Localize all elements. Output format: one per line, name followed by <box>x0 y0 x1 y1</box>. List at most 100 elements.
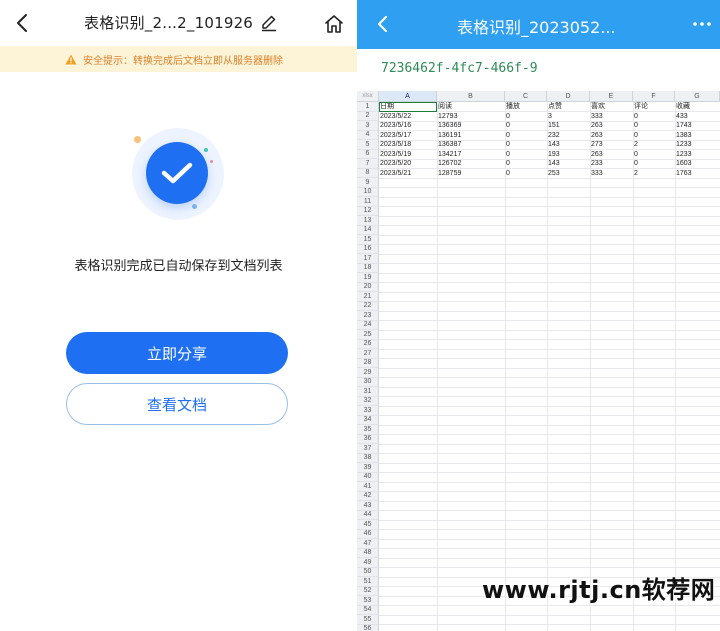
table-cell[interactable]: 0 <box>505 140 547 150</box>
row-header[interactable]: 45 <box>357 520 379 530</box>
row-header[interactable]: 7 <box>357 159 379 169</box>
view-document-button[interactable]: 查看文档 <box>66 383 288 425</box>
table-cell[interactable]: 播放 <box>505 102 547 112</box>
row-header[interactable]: 15 <box>357 235 379 245</box>
row-header[interactable]: 38 <box>357 453 379 463</box>
row-header[interactable]: 24 <box>357 320 379 330</box>
table-cell[interactable]: 1383 <box>675 131 720 141</box>
row-header[interactable]: 6 <box>357 149 379 159</box>
table-cell[interactable]: 263 <box>590 150 633 160</box>
row-header[interactable]: 43 <box>357 501 379 511</box>
row-header[interactable]: 30 <box>357 377 379 387</box>
table-cell[interactable]: 0 <box>633 150 675 160</box>
row-header[interactable]: 2 <box>357 111 379 121</box>
column-header-e[interactable]: E <box>590 91 633 102</box>
table-cell[interactable]: 点赞 <box>547 102 590 112</box>
table-cell[interactable]: 151 <box>547 121 590 131</box>
table-cell[interactable]: 0 <box>505 150 547 160</box>
table-cell[interactable]: 1763 <box>675 169 720 179</box>
more-button[interactable] <box>691 14 713 34</box>
row-header[interactable]: 48 <box>357 548 379 558</box>
table-cell[interactable]: 263 <box>590 131 633 141</box>
table-cell[interactable]: 1233 <box>675 140 720 150</box>
row-header[interactable]: 9 <box>357 178 379 188</box>
row-header[interactable]: 55 <box>357 615 379 625</box>
table-cell[interactable]: 128759 <box>437 169 505 179</box>
table-cell[interactable]: 0 <box>633 112 675 122</box>
row-header[interactable]: 31 <box>357 387 379 397</box>
table-cell[interactable]: 263 <box>590 121 633 131</box>
row-header[interactable]: 10 <box>357 187 379 197</box>
row-header[interactable]: 13 <box>357 216 379 226</box>
row-header[interactable]: 22 <box>357 301 379 311</box>
home-button[interactable] <box>322 12 346 36</box>
row-header[interactable]: 44 <box>357 510 379 520</box>
table-cell[interactable]: 2023/5/18 <box>379 140 437 150</box>
table-cell[interactable]: 233 <box>590 159 633 169</box>
row-header[interactable]: 20 <box>357 282 379 292</box>
row-header[interactable]: 25 <box>357 330 379 340</box>
column-header-a[interactable]: A <box>379 91 437 102</box>
table-cell[interactable]: 12793 <box>437 112 505 122</box>
column-header-g[interactable]: G <box>675 91 720 102</box>
table-cell[interactable]: 3 <box>547 112 590 122</box>
row-header[interactable]: 51 <box>357 577 379 587</box>
row-header[interactable]: 32 <box>357 396 379 406</box>
table-cell[interactable]: 0 <box>505 112 547 122</box>
row-header[interactable]: 5 <box>357 140 379 150</box>
rename-button[interactable] <box>259 13 279 33</box>
row-header[interactable]: 34 <box>357 415 379 425</box>
row-header[interactable]: 33 <box>357 406 379 416</box>
table-cell[interactable]: 0 <box>505 159 547 169</box>
row-header[interactable]: 41 <box>357 482 379 492</box>
row-header[interactable]: 27 <box>357 349 379 359</box>
table-cell[interactable]: 333 <box>590 112 633 122</box>
table-cell[interactable]: 喜欢 <box>590 102 633 112</box>
row-header[interactable]: 53 <box>357 596 379 606</box>
row-header[interactable]: 1 <box>357 102 379 112</box>
row-header[interactable]: 39 <box>357 463 379 473</box>
table-cell[interactable]: 143 <box>547 140 590 150</box>
row-header[interactable]: 47 <box>357 539 379 549</box>
table-cell[interactable]: 333 <box>590 169 633 179</box>
column-header-d[interactable]: D <box>547 91 590 102</box>
row-header[interactable]: 28 <box>357 358 379 368</box>
row-header[interactable]: 54 <box>357 605 379 615</box>
table-cell[interactable]: 143 <box>547 159 590 169</box>
table-cell[interactable]: 136191 <box>437 131 505 141</box>
table-cell[interactable]: 2023/5/19 <box>379 150 437 160</box>
row-header[interactable]: 14 <box>357 225 379 235</box>
table-cell[interactable]: 0 <box>633 131 675 141</box>
row-header[interactable]: 46 <box>357 529 379 539</box>
spreadsheet-grid[interactable]: xlsx A B C D E F G 1 日期 阅读 播放 点赞 喜欢 评论 收藏 2 2023/5/22 1279… <box>357 91 720 631</box>
row-header[interactable]: 17 <box>357 254 379 264</box>
table-cell[interactable]: 232 <box>547 131 590 141</box>
table-cell[interactable]: 0 <box>505 169 547 179</box>
table-cell[interactable]: 136387 <box>437 140 505 150</box>
table-cell[interactable]: 0 <box>633 121 675 131</box>
row-header[interactable]: 35 <box>357 425 379 435</box>
table-cell[interactable]: 2023/5/17 <box>379 131 437 141</box>
row-header[interactable]: 49 <box>357 558 379 568</box>
table-cell[interactable]: 136369 <box>437 121 505 131</box>
row-header[interactable]: 29 <box>357 368 379 378</box>
share-button[interactable]: 立即分享 <box>66 332 288 374</box>
row-header[interactable]: 52 <box>357 586 379 596</box>
row-header[interactable]: 4 <box>357 130 379 140</box>
table-cell[interactable]: 0 <box>505 131 547 141</box>
row-header[interactable]: 12 <box>357 206 379 216</box>
back-button[interactable] <box>10 11 34 35</box>
table-cell[interactable]: 193 <box>547 150 590 160</box>
table-cell[interactable]: 433 <box>675 112 720 122</box>
table-cell[interactable]: 273 <box>590 140 633 150</box>
table-cell[interactable]: 0 <box>505 121 547 131</box>
table-cell[interactable]: 1233 <box>675 150 720 160</box>
table-cell[interactable]: 253 <box>547 169 590 179</box>
row-header[interactable]: 56 <box>357 624 379 631</box>
column-header-b[interactable]: B <box>437 91 505 102</box>
table-cell[interactable]: 收藏 <box>675 102 720 112</box>
row-header[interactable]: 23 <box>357 311 379 321</box>
row-header[interactable]: 36 <box>357 434 379 444</box>
preview-back-button[interactable] <box>371 13 393 35</box>
row-header[interactable]: 50 <box>357 567 379 577</box>
